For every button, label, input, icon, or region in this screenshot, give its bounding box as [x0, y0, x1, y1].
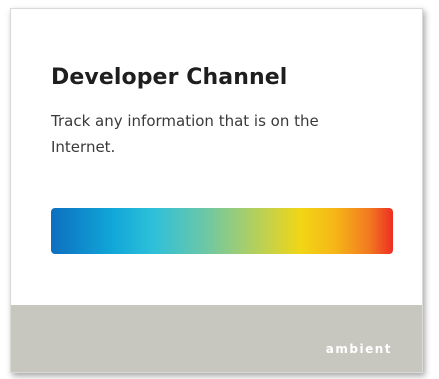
developer-channel-card[interactable]: Developer Channel Track any information … — [10, 8, 423, 373]
spectrum-gradient-bar — [51, 208, 393, 254]
brand-label: ambient — [325, 342, 392, 356]
card-title: Developer Channel — [51, 65, 288, 90]
card-footer: ambient — [11, 305, 422, 372]
card-description: Track any information that is on the Int… — [51, 112, 319, 156]
